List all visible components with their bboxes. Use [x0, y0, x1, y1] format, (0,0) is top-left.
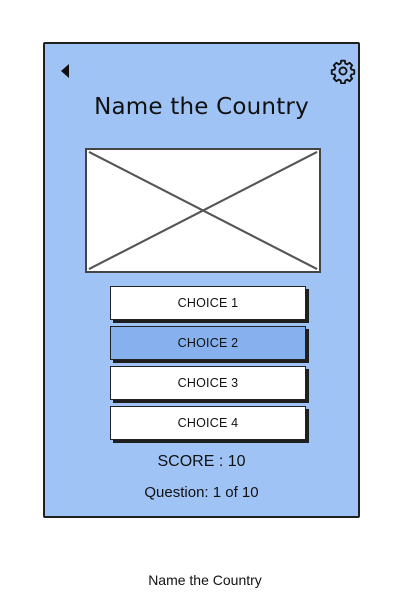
- screen-caption: Name the Country: [148, 572, 262, 588]
- back-icon[interactable]: [59, 62, 71, 80]
- choice-2-label: CHOICE 2: [177, 336, 239, 350]
- choice-1-label: CHOICE 1: [177, 296, 239, 310]
- score-text: SCORE : 10: [157, 453, 246, 470]
- question-progress-text: Question: 1 of 10: [144, 484, 259, 501]
- placeholder-cross: [88, 150, 318, 271]
- gear-icon[interactable]: [330, 58, 356, 84]
- page-title: Name the Country: [94, 94, 309, 120]
- quiz-screen: Name the Country CHOICE 1 CHOICE 2 CHOIC…: [43, 42, 360, 518]
- choice-1-button[interactable]: CHOICE 1: [110, 286, 306, 320]
- country-image-placeholder: [85, 148, 321, 273]
- choice-4-button[interactable]: CHOICE 4: [110, 406, 306, 440]
- choice-4-label: CHOICE 4: [177, 416, 239, 430]
- choice-2-button[interactable]: CHOICE 2: [110, 326, 306, 360]
- choice-3-label: CHOICE 3: [177, 376, 239, 390]
- choice-3-button[interactable]: CHOICE 3: [110, 366, 306, 400]
